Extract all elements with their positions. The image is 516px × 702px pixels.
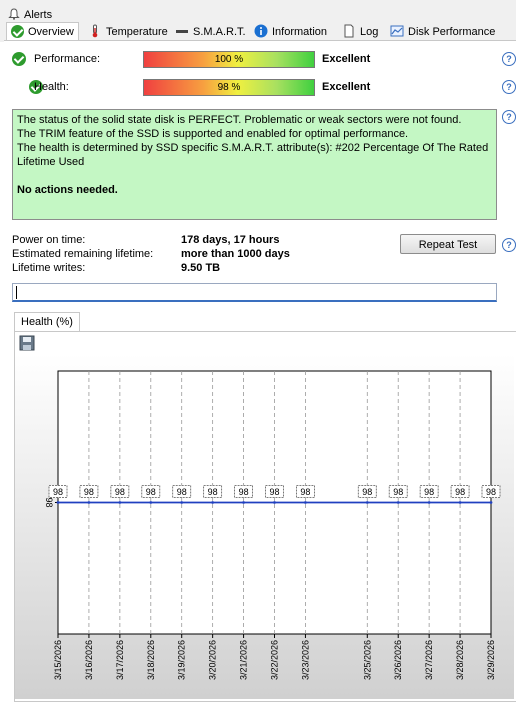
- tab-strip: Alerts Overview Temperature S.M.A.R.T. I…: [0, 0, 516, 42]
- power-on-value: 178 days, 17 hours: [181, 234, 280, 246]
- status-line-3: The health is determined by SSD specific…: [17, 142, 489, 168]
- data-point: [304, 501, 307, 504]
- tab-overview-label: Overview: [28, 26, 74, 38]
- data-point: [180, 501, 184, 504]
- tab-log-label: Log: [360, 26, 379, 38]
- help-icon[interactable]: ?: [502, 110, 516, 124]
- x-tick-label: 3/15/2026: [53, 640, 63, 680]
- check-icon: [11, 25, 24, 38]
- data-label: 98: [208, 487, 218, 497]
- lifetime-writes-value: 9.50 TB: [181, 262, 221, 274]
- x-tick-label: 3/20/2026: [208, 640, 218, 680]
- data-point: [396, 501, 400, 504]
- data-label: 98: [455, 487, 465, 497]
- health-chart: 3/15/2026 3/16/2026 3/17/2026 3/18/2026 3/19…: [15, 354, 514, 699]
- tab-disk-performance[interactable]: Disk Performance: [390, 23, 495, 41]
- status-description: The status of the solid state disk is PE…: [12, 109, 497, 220]
- data-label: 98: [177, 487, 187, 497]
- data-point: [118, 501, 122, 504]
- status-line-2: The TRIM feature of the SSD is supported…: [17, 128, 409, 140]
- x-tick-label: 3/18/2026: [146, 640, 156, 680]
- performance-chart-icon: [390, 24, 404, 38]
- x-tick-label: 3/25/2026: [362, 640, 372, 680]
- power-on-label: Power on time:: [12, 234, 86, 246]
- data-label: 98: [84, 487, 94, 497]
- data-label: 98: [53, 487, 63, 497]
- drive-icon: [175, 24, 189, 38]
- x-tick-label: 3/29/2026: [486, 640, 496, 680]
- x-tick-label: 3/16/2026: [84, 640, 94, 680]
- tab-alerts-label: Alerts: [24, 9, 53, 21]
- performance-bar: 100 %: [143, 51, 315, 68]
- y-tick-label: 98: [44, 497, 54, 507]
- health-chart-panel: 3/15/2026 3/16/2026 3/17/2026 3/18/2026 3/19…: [14, 331, 516, 702]
- data-point: [458, 501, 462, 504]
- tab-temperature[interactable]: Temperature: [88, 23, 168, 41]
- data-point: [56, 501, 60, 504]
- data-label: 98: [269, 487, 279, 497]
- tab-smart[interactable]: S.M.A.R.T.: [175, 23, 246, 41]
- tab-health-chart[interactable]: Health (%): [14, 312, 80, 332]
- x-tick-label: 3/19/2026: [177, 640, 187, 680]
- performance-ok-icon: [12, 52, 26, 66]
- tab-overview[interactable]: Overview: [6, 22, 79, 41]
- data-label: 98: [362, 487, 372, 497]
- health-bar: 98 %: [143, 79, 315, 96]
- tab-information[interactable]: Information: [254, 23, 327, 41]
- data-label: 98: [239, 487, 249, 497]
- data-point: [273, 501, 276, 504]
- data-label: 98: [146, 487, 156, 497]
- data-label: 98: [486, 487, 496, 497]
- data-point: [211, 501, 215, 504]
- repeat-test-button[interactable]: Repeat Test: [400, 234, 496, 254]
- tab-log[interactable]: Log: [342, 23, 378, 41]
- tab-information-label: Information: [272, 26, 328, 38]
- tab-smart-label: S.M.A.R.T.: [193, 26, 246, 38]
- bell-icon: [8, 8, 20, 20]
- data-point: [149, 501, 153, 504]
- data-label: 98: [393, 487, 403, 497]
- command-input[interactable]: [12, 283, 497, 302]
- tab-disk-performance-label: Disk Performance: [408, 26, 496, 38]
- x-tick-label: 3/21/2026: [239, 640, 249, 680]
- x-tick-label: 3/22/2026: [270, 640, 280, 680]
- performance-label: Performance:: [34, 53, 101, 65]
- data-point: [365, 501, 369, 504]
- status-line-1: The status of the solid state disk is PE…: [17, 114, 462, 126]
- status-actions: No actions needed.: [17, 184, 118, 196]
- text-cursor: [16, 286, 17, 299]
- document-icon: [342, 24, 356, 38]
- x-tick-label: 3/17/2026: [115, 640, 125, 680]
- save-icon[interactable]: [19, 335, 35, 351]
- help-icon[interactable]: ?: [502, 238, 516, 252]
- lifetime-writes-label: Lifetime writes:: [12, 262, 86, 274]
- data-point: [489, 501, 493, 504]
- remaining-lifetime-value: more than 1000 days: [181, 248, 290, 260]
- data-label: 98: [300, 487, 310, 497]
- data-point: [87, 501, 91, 504]
- remaining-lifetime-label: Estimated remaining lifetime:: [12, 248, 154, 260]
- data-label: 98: [115, 487, 125, 497]
- data-point: [427, 501, 431, 504]
- info-icon: [254, 24, 268, 38]
- tab-temperature-label: Temperature: [106, 26, 168, 38]
- performance-rating: Excellent: [322, 53, 371, 65]
- thermometer-icon: [88, 24, 102, 38]
- data-label: 98: [424, 487, 434, 497]
- x-tick-label: 3/28/2026: [455, 640, 465, 680]
- health-label: Health:: [34, 81, 69, 93]
- x-tick-label: 3/23/2026: [300, 640, 310, 680]
- x-tick-label: 3/27/2026: [424, 640, 434, 680]
- help-icon[interactable]: ?: [502, 80, 516, 94]
- help-icon[interactable]: ?: [502, 52, 516, 66]
- x-tick-label: 3/26/2026: [393, 640, 403, 680]
- health-rating: Excellent: [322, 81, 371, 93]
- data-point: [242, 501, 245, 504]
